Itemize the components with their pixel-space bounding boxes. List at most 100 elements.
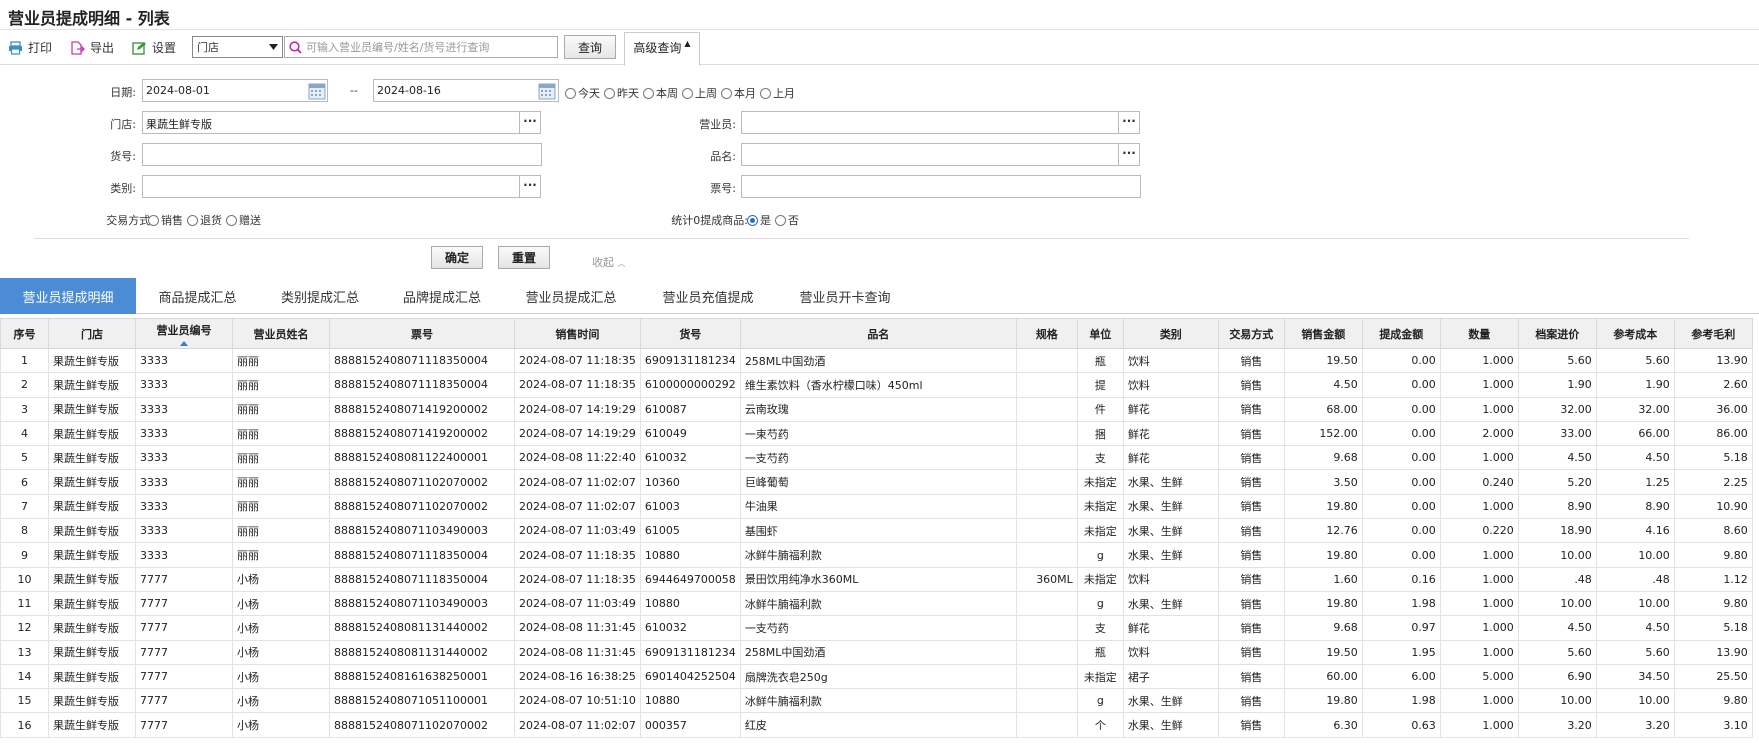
column-header[interactable]: 类别 [1122, 318, 1219, 349]
collapse-label: 收起 [592, 256, 614, 269]
reset-button[interactable]: 重置 [498, 246, 550, 269]
search-input[interactable]: 可输入营业员编号/姓名/货号进行查询 [284, 36, 558, 58]
advanced-query-tab[interactable]: 高级查询 ▲ [624, 32, 700, 66]
column-header[interactable]: 销售金额 [1283, 318, 1363, 349]
table-row[interactable]: 8 果蔬生鲜专版 3333 丽丽 8888152408071103490003 2024-… [0, 518, 1753, 544]
radio-trade-sale[interactable]: 销售 [148, 212, 183, 228]
radio-last-month[interactable]: 上月 [760, 85, 795, 101]
column-header[interactable]: 品名 [739, 318, 1017, 349]
item-no-input[interactable] [142, 143, 542, 166]
category-input[interactable] [142, 175, 520, 198]
column-header[interactable]: 参考成本 [1595, 318, 1675, 349]
tab-product-commission-summary[interactable]: 商品提成汇总 [136, 278, 259, 314]
export-button[interactable]: 导出 [70, 39, 114, 56]
column-header[interactable]: 营业员姓名 [232, 318, 330, 349]
column-header[interactable]: 参考毛利 [1673, 318, 1753, 349]
column-header[interactable]: 单位 [1076, 318, 1124, 349]
confirm-button[interactable]: 确定 [431, 246, 483, 269]
table-cell: 裙子 [1122, 663, 1219, 690]
radio-last-week[interactable]: 上周 [682, 85, 717, 101]
store-picker-button[interactable]: ··· [519, 111, 541, 134]
sort-asc-icon[interactable] [180, 341, 188, 346]
table-row[interactable]: 16 果蔬生鲜专版 7777 小杨 8888152408071102070002 2024… [0, 712, 1753, 738]
table-row[interactable]: 5 果蔬生鲜专版 3333 丽丽 8888152408081122400001 2024-… [0, 445, 1753, 471]
radio-zero-no[interactable]: 否 [775, 212, 799, 228]
radio-today[interactable]: 今天 [565, 85, 600, 101]
table-row[interactable]: 3 果蔬生鲜专版 3333 丽丽 8888152408071419200002 2024-… [0, 396, 1753, 422]
chevron-up-icon: ︿ [617, 259, 626, 268]
tab-clerk-recharge-commission[interactable]: 营业员充值提成 [639, 278, 777, 314]
table-row[interactable]: 1 果蔬生鲜专版 3333 丽丽 8888152408071118350004 2024-… [0, 347, 1753, 374]
table-cell: 0.220 [1439, 518, 1519, 544]
table-row[interactable]: 7 果蔬生鲜专版 3333 丽丽 8888152408071102070002 2024-… [0, 493, 1753, 520]
column-header[interactable]: 数量 [1439, 318, 1519, 349]
column-header[interactable]: 提成金额 [1361, 318, 1441, 349]
table-cell: 13 [0, 639, 49, 665]
table-cell: 丽丽 [232, 542, 330, 568]
ticket-input[interactable] [741, 175, 1141, 198]
table-cell: 2024-08-07 11:03:49 [514, 518, 641, 544]
radio-zero-yes[interactable]: 是 [747, 212, 771, 228]
column-header[interactable]: 票号 [329, 318, 515, 349]
column-header[interactable]: 档案进价 [1517, 318, 1597, 349]
tab-clerk-card-opening[interactable]: 营业员开卡查询 [777, 278, 913, 314]
table-cell: 8888152408081131440002 [329, 639, 515, 665]
table-cell: 36.00 [1673, 396, 1753, 422]
store-input[interactable]: 果蔬生鲜专版 [142, 111, 520, 134]
column-header[interactable]: 交易方式 [1217, 318, 1285, 349]
table-cell: 0.16 [1361, 566, 1441, 592]
column-header[interactable]: 序号 [0, 318, 49, 349]
tab-clerk-commission-summary[interactable]: 营业员提成汇总 [503, 278, 639, 314]
date-label: 日期: [110, 86, 136, 99]
table-row[interactable]: 12 果蔬生鲜专版 7777 小杨 8888152408081131440002 2024… [0, 615, 1753, 641]
column-header[interactable]: 门店 [48, 318, 136, 349]
category-picker-button[interactable]: ··· [519, 175, 541, 198]
table-cell: 8888152408071102070002 [329, 469, 515, 495]
table-cell: 0.00 [1361, 372, 1441, 398]
tab-clerk-commission-detail[interactable]: 营业员提成明细 [0, 278, 136, 314]
table-row[interactable]: 10 果蔬生鲜专版 7777 小杨 8888152408071118350004 2024… [0, 566, 1753, 592]
column-header[interactable]: 规格 [1015, 318, 1078, 349]
table-cell: 3333 [135, 420, 233, 447]
column-header[interactable]: 销售时间 [514, 318, 641, 349]
clerk-picker-button[interactable]: ··· [1118, 111, 1140, 134]
edit-settings-icon [132, 41, 146, 55]
radio-this-week[interactable]: 本周 [643, 85, 678, 101]
report-tabs: 营业员提成明细 商品提成汇总 类别提成汇总 品牌提成汇总 营业员提成汇总 营业员… [0, 278, 1759, 314]
query-button[interactable]: 查询 [564, 35, 616, 59]
store-select[interactable]: 门店 [192, 36, 283, 58]
calendar-icon[interactable] [538, 82, 556, 100]
table-cell: 销售 [1217, 542, 1285, 568]
table-row[interactable]: 2 果蔬生鲜专版 3333 丽丽 8888152408071118350004 2024-… [0, 372, 1753, 398]
column-header[interactable]: 货号 [639, 318, 741, 349]
table-cell: 小杨 [232, 615, 330, 641]
clerk-input[interactable] [741, 111, 1119, 134]
product-name-input[interactable] [741, 143, 1119, 166]
table-row[interactable]: 9 果蔬生鲜专版 3333 丽丽 8888152408071118350004 2024-… [0, 542, 1753, 568]
tab-brand-commission-summary[interactable]: 品牌提成汇总 [381, 278, 503, 314]
table-row[interactable]: 11 果蔬生鲜专版 7777 小杨 8888152408071103490003 2024… [0, 590, 1753, 617]
radio-trade-return[interactable]: 退货 [187, 212, 222, 228]
table-cell: 果蔬生鲜专版 [48, 663, 136, 690]
collapse-toggle[interactable]: 收起 ︿ [592, 254, 626, 270]
column-header[interactable]: 营业员编号 [135, 318, 233, 349]
date-from-input[interactable]: 2024-08-01 [142, 79, 328, 102]
table-row[interactable]: 6 果蔬生鲜专版 3333 丽丽 8888152408071102070002 2024-… [0, 469, 1753, 495]
table-cell: 饮料 [1122, 566, 1219, 592]
radio-trade-gift[interactable]: 赠送 [226, 212, 261, 228]
table-row[interactable]: 14 果蔬生鲜专版 7777 小杨 8888152408161638250001 2024… [0, 663, 1753, 690]
product-picker-button[interactable]: ··· [1118, 143, 1140, 166]
tab-category-commission-summary[interactable]: 类别提成汇总 [259, 278, 381, 314]
table-row[interactable]: 13 果蔬生鲜专版 7777 小杨 8888152408081131440002 2024… [0, 639, 1753, 665]
table-row[interactable]: 4 果蔬生鲜专版 3333 丽丽 8888152408071419200002 2024-… [0, 420, 1753, 447]
date-to-input[interactable]: 2024-08-16 [373, 79, 559, 102]
table-row[interactable]: 15 果蔬生鲜专版 7777 小杨 8888152408071051100001 2024… [0, 688, 1753, 714]
table-cell [1015, 712, 1078, 738]
settings-button[interactable]: 设置 [132, 39, 176, 56]
radio-this-month[interactable]: 本月 [721, 85, 756, 101]
table-cell: 25.50 [1673, 663, 1753, 690]
print-button[interactable]: 打印 [8, 39, 52, 56]
radio-yesterday[interactable]: 昨天 [604, 85, 639, 101]
table-cell: 一支芍药 [739, 445, 1017, 471]
calendar-icon[interactable] [308, 82, 326, 100]
